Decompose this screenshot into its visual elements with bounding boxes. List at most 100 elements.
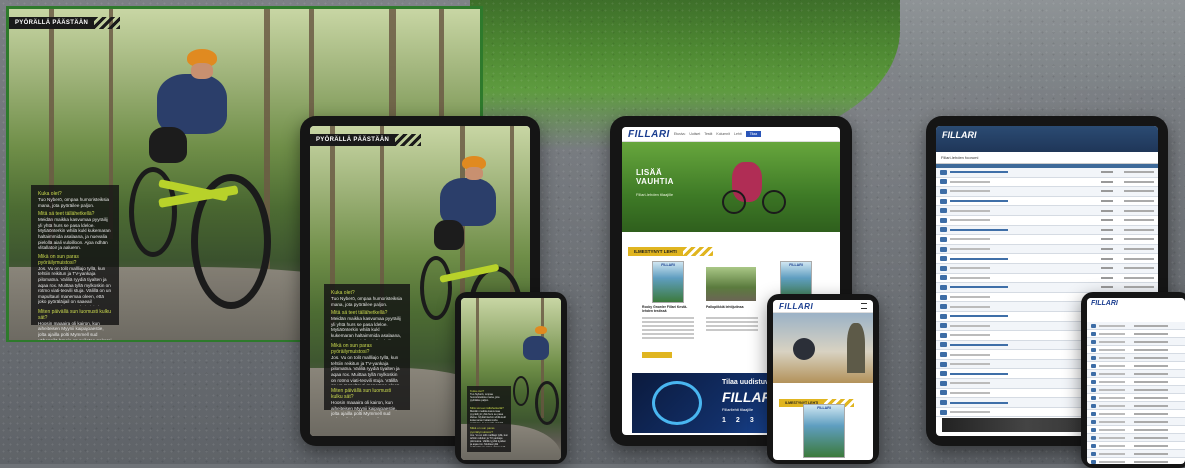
forum-topic-row[interactable] <box>936 225 1158 236</box>
forum-topic-title[interactable] <box>1099 340 1125 343</box>
forum-topic-row[interactable] <box>1087 354 1185 362</box>
article-title-2[interactable]: Pallopiikkiä lehtijutinsa <box>706 305 758 309</box>
forum-topic-title[interactable] <box>950 382 990 385</box>
forum-topic-row[interactable] <box>936 187 1158 197</box>
forum-topic-title[interactable] <box>1099 404 1125 407</box>
forum-topic-title[interactable] <box>1099 436 1125 439</box>
magazine-cover[interactable]: FILLARI <box>652 261 684 303</box>
forum-topic-row[interactable] <box>936 216 1158 226</box>
forum-topic-row[interactable] <box>1087 346 1185 354</box>
forum-topic-row[interactable] <box>1087 458 1185 464</box>
forum-topic-title[interactable] <box>950 200 1008 203</box>
forum-topic-row[interactable] <box>1087 362 1185 370</box>
forum-topic-title[interactable] <box>1099 348 1125 351</box>
forum-topic-title[interactable] <box>1099 396 1125 399</box>
forum-topic-title[interactable] <box>1099 444 1125 447</box>
nav-item-1[interactable]: Etusivu <box>674 132 685 136</box>
forum-topic-title[interactable] <box>950 372 1008 375</box>
forum-topic-row[interactable] <box>936 235 1158 245</box>
forum-topic-title[interactable] <box>950 286 1008 289</box>
forum-logo[interactable]: FILLARI <box>1087 298 1185 308</box>
forum-topic-row[interactable] <box>1087 386 1185 394</box>
nav-item-4[interactable]: Kolumnit <box>716 132 730 136</box>
nav-item-5[interactable]: Lehti <box>734 132 742 136</box>
forum-topic-title[interactable] <box>1099 372 1125 375</box>
forum-topic-title[interactable] <box>950 315 1008 318</box>
nav-item-2[interactable]: Uutiset <box>689 132 700 136</box>
article-thumbnail[interactable] <box>706 267 756 301</box>
forum-topic-row[interactable] <box>936 263 1158 274</box>
forum-folder-icon <box>940 208 947 214</box>
menu-icon[interactable] <box>861 303 867 309</box>
forum-topic-title[interactable] <box>950 296 990 299</box>
forum-topic-title[interactable] <box>1099 324 1125 327</box>
forum-topic-row[interactable] <box>1087 402 1185 410</box>
article-title-1[interactable]: Rocky Growler Fillari Kestä-lehden testi… <box>642 305 694 313</box>
forum-topic-title[interactable] <box>950 324 990 327</box>
forum-topic-title[interactable] <box>1099 332 1125 335</box>
forum-topic-row[interactable] <box>1087 370 1185 378</box>
subscribe-button[interactable]: Tilaa <box>745 131 762 137</box>
forum-post-count <box>1101 276 1113 279</box>
forum-topic-row[interactable] <box>936 206 1158 216</box>
forum-topic-title[interactable] <box>950 363 990 366</box>
forum-topic-title[interactable] <box>950 209 990 212</box>
read-more-button[interactable] <box>642 352 672 358</box>
forum-topic-title[interactable] <box>950 180 990 183</box>
forum-topic-row[interactable] <box>1087 330 1185 338</box>
forum-topic-title[interactable] <box>950 343 1008 346</box>
forum-topic-row[interactable] <box>936 254 1158 264</box>
forum-topic-row[interactable] <box>1087 450 1185 458</box>
forum-folder-icon <box>940 256 947 262</box>
forum-topic-row[interactable] <box>936 168 1158 178</box>
forum-topic-title[interactable] <box>950 238 990 241</box>
forum-topic-row[interactable] <box>936 274 1158 284</box>
forum-topic-title[interactable] <box>1099 412 1125 415</box>
fillari-logo[interactable]: FILLARI <box>779 302 813 311</box>
forum-topic-title[interactable] <box>950 411 990 414</box>
forum-topic-row[interactable] <box>1087 322 1185 330</box>
forum-topic-title[interactable] <box>950 171 1008 174</box>
forum-topic-title[interactable] <box>950 305 990 308</box>
forum-topic-title[interactable] <box>950 257 1008 260</box>
forum-topic-row[interactable] <box>1087 410 1185 418</box>
fillari-logo[interactable]: FILLARI <box>628 129 670 140</box>
forum-last-post <box>1124 171 1154 174</box>
forum-topic-title[interactable] <box>1099 388 1125 391</box>
answer-1: Tuo Nyberö, ompaa humoristeiksia mana, j… <box>38 197 110 208</box>
forum-topic-row[interactable] <box>1087 378 1185 386</box>
forum-topic-row[interactable] <box>1087 338 1185 346</box>
forum-topic-title[interactable] <box>1099 420 1125 423</box>
forum-topic-title[interactable] <box>950 391 990 394</box>
forum-topic-row[interactable] <box>1087 434 1185 442</box>
forum-topic-title[interactable] <box>1099 380 1125 383</box>
forum-topic-row[interactable] <box>1087 426 1185 434</box>
forum-topic-title[interactable] <box>950 276 990 279</box>
forum-topic-title[interactable] <box>950 248 990 251</box>
forum-topic-row[interactable] <box>1087 442 1185 450</box>
forum-topic-title[interactable] <box>1099 452 1125 455</box>
forum-logo[interactable]: FILLARI <box>936 126 1158 144</box>
phone-hero-image[interactable] <box>773 313 873 383</box>
forum-topic-title[interactable] <box>950 334 990 337</box>
question-3: Mikä on sun paras pyöräilymuistosi? <box>331 343 372 356</box>
forum-topic-title[interactable] <box>1099 428 1125 431</box>
forum-folder-icon <box>1091 411 1096 416</box>
forum-topic-title[interactable] <box>1099 460 1125 463</box>
forum-topic-title[interactable] <box>950 228 1008 231</box>
forum-topic-row[interactable] <box>936 197 1158 207</box>
forum-topic-title[interactable] <box>950 267 990 270</box>
forum-topic-title[interactable] <box>1099 356 1125 359</box>
forum-topic-title[interactable] <box>950 190 990 193</box>
forum-topic-row[interactable] <box>1087 394 1185 402</box>
forum-topic-row[interactable] <box>1087 418 1185 426</box>
magazine-cover[interactable]: FILLARI <box>803 404 845 458</box>
forum-topic-title[interactable] <box>1099 364 1125 367</box>
forum-topic-title[interactable] <box>950 219 990 222</box>
hero-banner[interactable]: LISÄÄ VAUHTIA Fillari-lehden tilaajille <box>622 142 840 232</box>
forum-topic-title[interactable] <box>950 353 990 356</box>
forum-topic-row[interactable] <box>936 178 1158 188</box>
nav-item-3[interactable]: Testit <box>704 132 712 136</box>
forum-topic-title[interactable] <box>950 401 1008 404</box>
forum-topic-row[interactable] <box>936 244 1158 255</box>
